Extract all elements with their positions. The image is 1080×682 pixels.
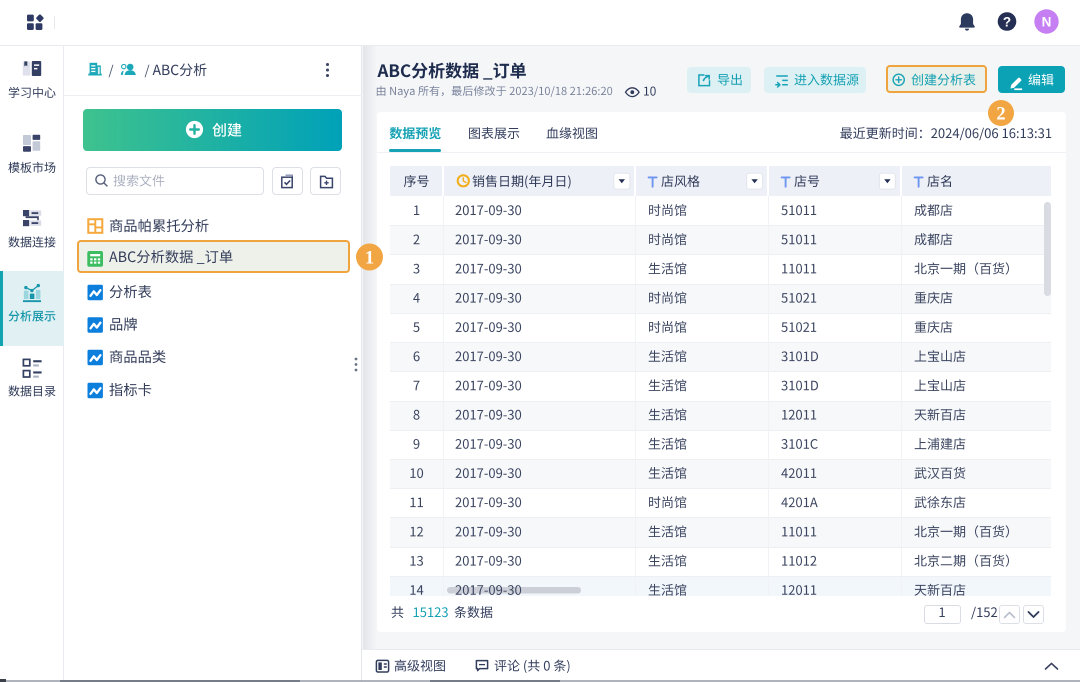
svg-text:1: 1: [365, 249, 374, 269]
svg-text:?: ?: [1003, 14, 1011, 29]
svg-text:2: 2: [996, 105, 1005, 125]
svg-text:N: N: [1042, 14, 1052, 29]
